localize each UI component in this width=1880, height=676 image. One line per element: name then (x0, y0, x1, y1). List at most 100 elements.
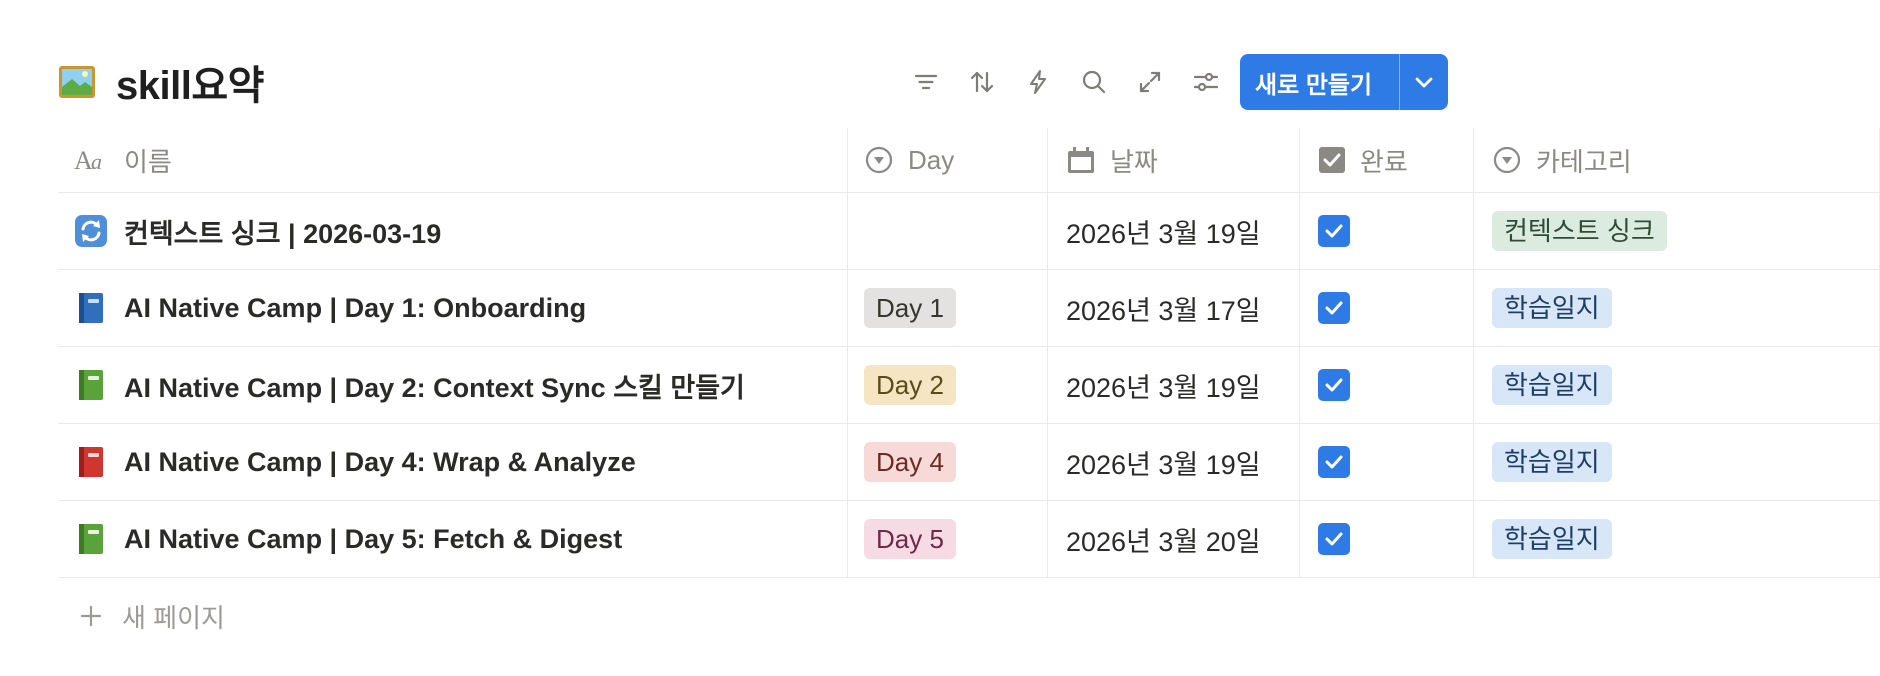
category-tag[interactable]: 컨텍스트 싱크 (1492, 211, 1667, 251)
expand-icon (1139, 71, 1161, 93)
column-header-label: 카테고리 (1536, 146, 1632, 177)
new-button-dropdown[interactable] (1400, 54, 1448, 110)
database-header: skill요약 새로 만들기 (58, 54, 1448, 110)
done-checkbox[interactable] (1318, 215, 1350, 247)
column-header-label: 날짜 (1110, 146, 1158, 177)
column-header-done[interactable]: 완료 (1300, 128, 1474, 192)
cell-done[interactable] (1300, 424, 1474, 500)
new-page-row[interactable]: 새 페이지 (58, 578, 1880, 654)
cell-name[interactable]: 컨텍스트 싱크 | 2026-03-19 (58, 193, 848, 269)
date-value: 2026년 3월 19일 (1066, 449, 1261, 480)
day-tag[interactable]: Day 5 (864, 519, 956, 559)
calendar-icon (1066, 145, 1096, 175)
filter-button[interactable] (898, 54, 954, 110)
column-header-label: 완료 (1360, 146, 1408, 177)
chevron-down-icon (1415, 77, 1433, 88)
cell-done[interactable] (1300, 501, 1474, 577)
cell-date[interactable]: 2026년 3월 19일 (1048, 193, 1300, 269)
column-header-date[interactable]: 날짜 (1048, 128, 1300, 192)
search-button[interactable] (1066, 54, 1122, 110)
column-header-day[interactable]: Day (848, 128, 1048, 192)
cell-name[interactable]: AI Native Camp | Day 5: Fetch & Digest (58, 501, 848, 577)
category-tag[interactable]: 학습일지 (1492, 365, 1612, 405)
new-page-label: 새 페이지 (122, 602, 225, 633)
cell-category[interactable]: 컨텍스트 싱크 (1474, 193, 1880, 269)
day-tag[interactable]: Day 1 (864, 288, 956, 328)
search-icon (1082, 70, 1106, 94)
checkmark-icon (1325, 378, 1343, 392)
green-book-icon[interactable] (74, 368, 108, 402)
category-tag[interactable]: 학습일지 (1492, 519, 1612, 559)
page-name[interactable]: AI Native Camp | Day 4: Wrap & Analyze (124, 447, 636, 478)
date-value: 2026년 3월 19일 (1066, 218, 1261, 249)
cell-date[interactable]: 2026년 3월 17일 (1048, 270, 1300, 346)
svg-text:a: a (91, 149, 102, 174)
cell-category[interactable]: 학습일지 (1474, 501, 1880, 577)
table-row[interactable]: AI Native Camp | Day 4: Wrap & Analyze D… (58, 424, 1880, 501)
done-checkbox[interactable] (1318, 292, 1350, 324)
page-title[interactable]: skill요약 (116, 53, 264, 111)
category-tag[interactable]: 학습일지 (1492, 288, 1612, 328)
day-tag[interactable]: Day 4 (864, 442, 956, 482)
cell-done[interactable] (1300, 193, 1474, 269)
column-header-label: Day (908, 144, 955, 175)
cell-done[interactable] (1300, 270, 1474, 346)
cell-date[interactable]: 2026년 3월 19일 (1048, 424, 1300, 500)
page-name[interactable]: AI Native Camp | Day 2: Context Sync 스킬 … (124, 366, 745, 405)
plus-icon (78, 603, 104, 629)
new-button[interactable]: 새로 만들기 (1240, 65, 1399, 100)
done-checkbox[interactable] (1318, 369, 1350, 401)
filter-icon (914, 74, 938, 90)
page-name[interactable]: AI Native Camp | Day 5: Fetch & Digest (124, 524, 622, 555)
column-header-category[interactable]: 카테고리 (1474, 128, 1880, 192)
category-tag[interactable]: 학습일지 (1492, 442, 1612, 482)
cell-date[interactable]: 2026년 3월 20일 (1048, 501, 1300, 577)
page-name[interactable]: 컨텍스트 싱크 | 2026-03-19 (124, 212, 441, 251)
date-value: 2026년 3월 19일 (1066, 372, 1261, 403)
done-checkbox[interactable] (1318, 446, 1350, 478)
checkbox-property-icon (1318, 146, 1346, 174)
cell-name[interactable]: AI Native Camp | Day 4: Wrap & Analyze (58, 424, 848, 500)
sync-arrows-icon[interactable] (74, 214, 108, 248)
view-settings-button[interactable] (1178, 54, 1234, 110)
checkmark-icon (1325, 224, 1343, 238)
cell-day[interactable]: Day 4 (848, 424, 1048, 500)
expand-button[interactable] (1122, 54, 1178, 110)
settings-sliders-icon (1193, 72, 1219, 92)
cell-date[interactable]: 2026년 3월 19일 (1048, 347, 1300, 423)
day-tag[interactable]: Day 2 (864, 365, 956, 405)
table-row[interactable]: 컨텍스트 싱크 | 2026-03-19 2026년 3월 19일 컨텍스트 싱… (58, 193, 1880, 270)
framed-picture-icon[interactable] (58, 63, 96, 101)
automation-button[interactable] (1010, 54, 1066, 110)
cell-day[interactable]: Day 5 (848, 501, 1048, 577)
cell-category[interactable]: 학습일지 (1474, 424, 1880, 500)
table-row[interactable]: AI Native Camp | Day 2: Context Sync 스킬 … (58, 347, 1880, 424)
table-row[interactable]: AI Native Camp | Day 1: Onboarding Day 1… (58, 270, 1880, 347)
cell-name[interactable]: AI Native Camp | Day 1: Onboarding (58, 270, 848, 346)
database-table: A a 이름 Day 날짜 완료 카테고리 컨텍스트 싱크 | 2026-03-… (58, 128, 1880, 654)
cell-category[interactable]: 학습일지 (1474, 347, 1880, 423)
done-checkbox[interactable] (1318, 523, 1350, 555)
cell-day[interactable]: Day 2 (848, 347, 1048, 423)
checkmark-icon (1325, 455, 1343, 469)
sort-icon (970, 71, 994, 93)
column-header-label: 이름 (124, 146, 172, 177)
text-property-icon: A a (74, 146, 110, 174)
select-property-icon (864, 145, 894, 175)
view-toolbar (898, 54, 1234, 110)
column-header-name[interactable]: A a 이름 (58, 128, 848, 192)
cell-category[interactable]: 학습일지 (1474, 270, 1880, 346)
automation-bolt-icon (1030, 70, 1046, 94)
page-name[interactable]: AI Native Camp | Day 1: Onboarding (124, 293, 586, 324)
green-book-icon[interactable] (74, 522, 108, 556)
table-row[interactable]: AI Native Camp | Day 5: Fetch & Digest D… (58, 501, 1880, 578)
cell-day[interactable]: Day 1 (848, 270, 1048, 346)
red-book-icon[interactable] (74, 445, 108, 479)
blue-book-icon[interactable] (74, 291, 108, 325)
checkmark-icon (1325, 301, 1343, 315)
sort-button[interactable] (954, 54, 1010, 110)
new-button-group: 새로 만들기 (1240, 54, 1448, 110)
cell-done[interactable] (1300, 347, 1474, 423)
cell-day[interactable] (848, 193, 1048, 269)
cell-name[interactable]: AI Native Camp | Day 2: Context Sync 스킬 … (58, 347, 848, 423)
